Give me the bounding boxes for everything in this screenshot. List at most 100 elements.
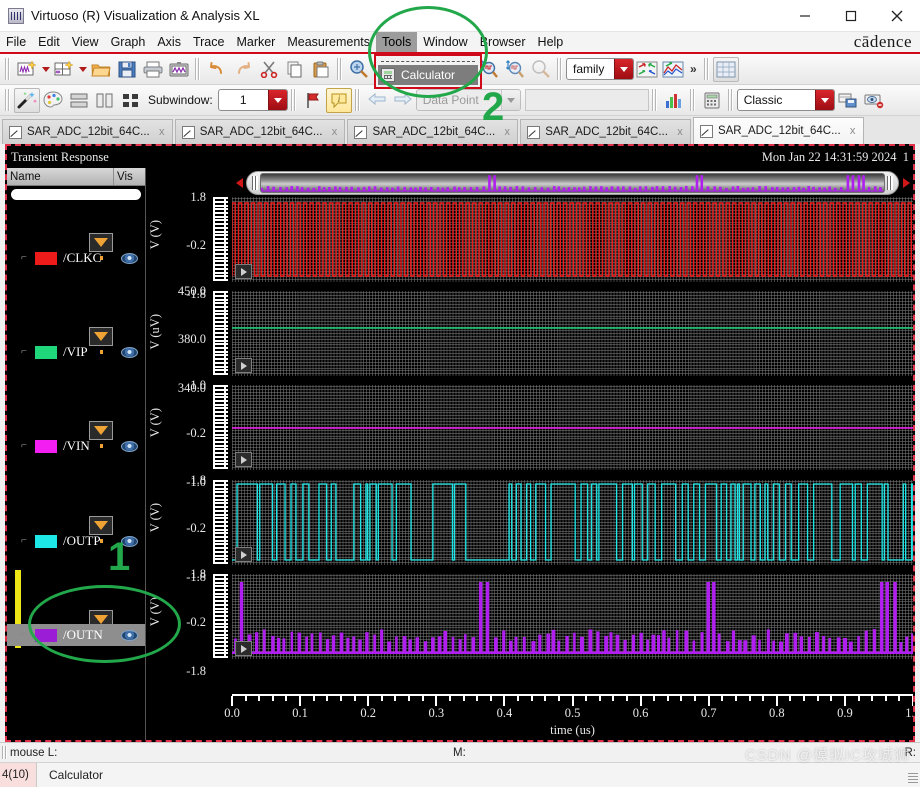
- toolbar2-grip-6[interactable]: [727, 89, 734, 111]
- clipboard-paste-icon[interactable]: [308, 57, 334, 82]
- tab-3[interactable]: SAR_ADC_12bit_64C... x: [520, 119, 691, 144]
- scissors-icon[interactable]: [256, 57, 282, 82]
- toolbar2-grip-5[interactable]: [689, 89, 696, 111]
- chevron-down-icon-2[interactable]: [77, 57, 88, 81]
- tab-close-icon[interactable]: x: [501, 126, 513, 138]
- tab-close-icon[interactable]: x: [328, 126, 340, 138]
- tile-vertical-icon[interactable]: [92, 88, 118, 113]
- panel-expand-button[interactable]: [235, 641, 252, 656]
- resize-grip[interactable]: [908, 773, 918, 785]
- visibility-eye-icon[interactable]: [114, 252, 145, 264]
- subwindow-combo-arrow[interactable]: [267, 90, 287, 110]
- tab-close-icon[interactable]: x: [847, 125, 859, 137]
- visibility-eye-icon[interactable]: [114, 440, 145, 452]
- menu-graph[interactable]: Graph: [105, 32, 152, 52]
- search-input[interactable]: [524, 89, 649, 111]
- menu-trace[interactable]: Trace: [187, 32, 231, 52]
- hide-view-icon[interactable]: [861, 88, 887, 113]
- menu-file[interactable]: File: [0, 32, 32, 52]
- zoom-fit-icon[interactable]: [346, 57, 372, 82]
- theme-combo[interactable]: Classic: [736, 89, 835, 111]
- toolbar2-grip-3[interactable]: [354, 89, 361, 111]
- scrollbar-thumb[interactable]: [260, 173, 885, 193]
- scrollbar-grip-right[interactable]: [887, 176, 893, 190]
- save-view-icon[interactable]: [835, 88, 861, 113]
- calculator-icon[interactable]: [699, 88, 725, 113]
- minimize-button[interactable]: [782, 0, 828, 32]
- tab-1[interactable]: SAR_ADC_12bit_64C... x: [174, 119, 346, 144]
- theme-combo-arrow[interactable]: [814, 90, 834, 110]
- floppy-save-icon[interactable]: [114, 57, 140, 82]
- maximize-button[interactable]: [828, 0, 874, 32]
- toolbar-grip[interactable]: [5, 58, 11, 80]
- flag-marker-icon[interactable]: [300, 88, 326, 113]
- menu-view[interactable]: View: [66, 32, 105, 52]
- signal-row-clkc[interactable]: ⌐ /CLKC: [7, 247, 145, 269]
- redo-arrow-icon[interactable]: [230, 57, 256, 82]
- signal-row-outn[interactable]: ⌐ /OUTN: [7, 624, 145, 646]
- stack-horizontal-icon[interactable]: [66, 88, 92, 113]
- visibility-eye-icon[interactable]: [114, 346, 145, 358]
- x-axis[interactable]: 0.0 0.1 0.2 0.3 0.4 0.5 0.6 0.7 0.8 0.9 1.0 time (…: [224, 694, 913, 740]
- new-waveform-window-icon[interactable]: [14, 57, 40, 82]
- y-axis-outn[interactable]: V (V) 1.8 -0.2 -1.8: [146, 567, 232, 678]
- waveform-panel-outn[interactable]: [232, 574, 913, 659]
- y-axis-vin[interactable]: V (V) 1.0 -0.2 -1.0: [146, 378, 232, 489]
- visibility-eye-icon[interactable]: [114, 535, 145, 547]
- family-combo[interactable]: family: [566, 58, 634, 80]
- toolbar-grip-3[interactable]: [337, 58, 343, 80]
- menu-item-calculator[interactable]: Calculator: [378, 65, 478, 85]
- tab-2[interactable]: SAR_ADC_12bit_64C... x: [347, 119, 519, 144]
- signal-row-vin[interactable]: ⌐ /VIN: [7, 435, 145, 457]
- signal-row-vip[interactable]: ⌐ /VIP: [7, 341, 145, 363]
- printer-icon[interactable]: [140, 57, 166, 82]
- chevron-down-icon[interactable]: [40, 57, 51, 81]
- datapoint-combo-arrow[interactable]: [500, 90, 520, 110]
- y-axis-outp[interactable]: V (V) 1.8 -0.2 -1.8: [146, 473, 232, 584]
- menu-marker[interactable]: Marker: [230, 32, 281, 52]
- tools-dropdown-menu[interactable]: Calculator: [374, 54, 482, 89]
- tab-0[interactable]: SAR_ADC_12bit_64C... x: [2, 119, 173, 144]
- new-subwindow-icon[interactable]: [51, 57, 77, 82]
- waveform-panel-vip[interactable]: [232, 291, 913, 376]
- toolbar2-grip-2[interactable]: [290, 89, 297, 111]
- scroll-right-arrow-icon[interactable]: [899, 172, 913, 194]
- panel-expand-button[interactable]: [235, 452, 252, 467]
- menu-tools[interactable]: Tools: [376, 32, 418, 52]
- tab-4[interactable]: SAR_ADC_12bit_64C... x: [692, 117, 864, 144]
- toolbar-grip-5[interactable]: [703, 58, 710, 80]
- subwindow-combo[interactable]: 1: [217, 89, 288, 111]
- open-folder-icon[interactable]: [88, 57, 114, 82]
- histogram-icon[interactable]: [661, 88, 687, 113]
- palette-icon[interactable]: [40, 88, 66, 113]
- toolbar-grip-4[interactable]: [557, 58, 563, 80]
- menu-help[interactable]: Help: [532, 32, 570, 52]
- info-annotation-icon[interactable]: i: [325, 87, 352, 113]
- waveform-capture-icon[interactable]: [166, 57, 192, 82]
- panel-expand-button[interactable]: [235, 264, 252, 279]
- waveform-panel-vin[interactable]: [232, 385, 913, 470]
- family-combo-arrow[interactable]: [614, 59, 633, 79]
- close-button[interactable]: [874, 0, 920, 32]
- datapoint-combo[interactable]: Data Point: [415, 89, 521, 111]
- zoom-vertical-out-icon[interactable]: [502, 57, 528, 82]
- merge-traces-icon[interactable]: [660, 57, 686, 82]
- scroll-left-arrow-icon[interactable]: [232, 172, 246, 194]
- waveform-panel-clkc[interactable]: [232, 197, 913, 282]
- y-axis-vip[interactable]: V (uV) 450.0 380.0 340.0: [146, 284, 232, 395]
- split-traces-icon[interactable]: [634, 57, 660, 82]
- toolbar2-grip[interactable]: [5, 89, 11, 111]
- grid-icon[interactable]: [712, 56, 739, 82]
- panel-expand-button[interactable]: [235, 547, 252, 562]
- tab-close-icon[interactable]: x: [674, 126, 686, 138]
- undo-arrow-icon[interactable]: [204, 57, 230, 82]
- signal-filter-input[interactable]: [11, 189, 141, 200]
- y-axis-clkc[interactable]: V (V) 1.8 -0.2 -1.8: [146, 190, 232, 301]
- toolbar2-grip-4[interactable]: [651, 89, 658, 111]
- visibility-eye-icon[interactable]: [114, 629, 145, 641]
- tab-close-icon[interactable]: x: [156, 126, 168, 138]
- menu-measurements[interactable]: Measurements: [281, 32, 376, 52]
- scrollbar-grip-left[interactable]: [252, 176, 258, 190]
- strip-chart-icon[interactable]: [118, 88, 144, 113]
- horizontal-scrollbar[interactable]: [232, 170, 913, 196]
